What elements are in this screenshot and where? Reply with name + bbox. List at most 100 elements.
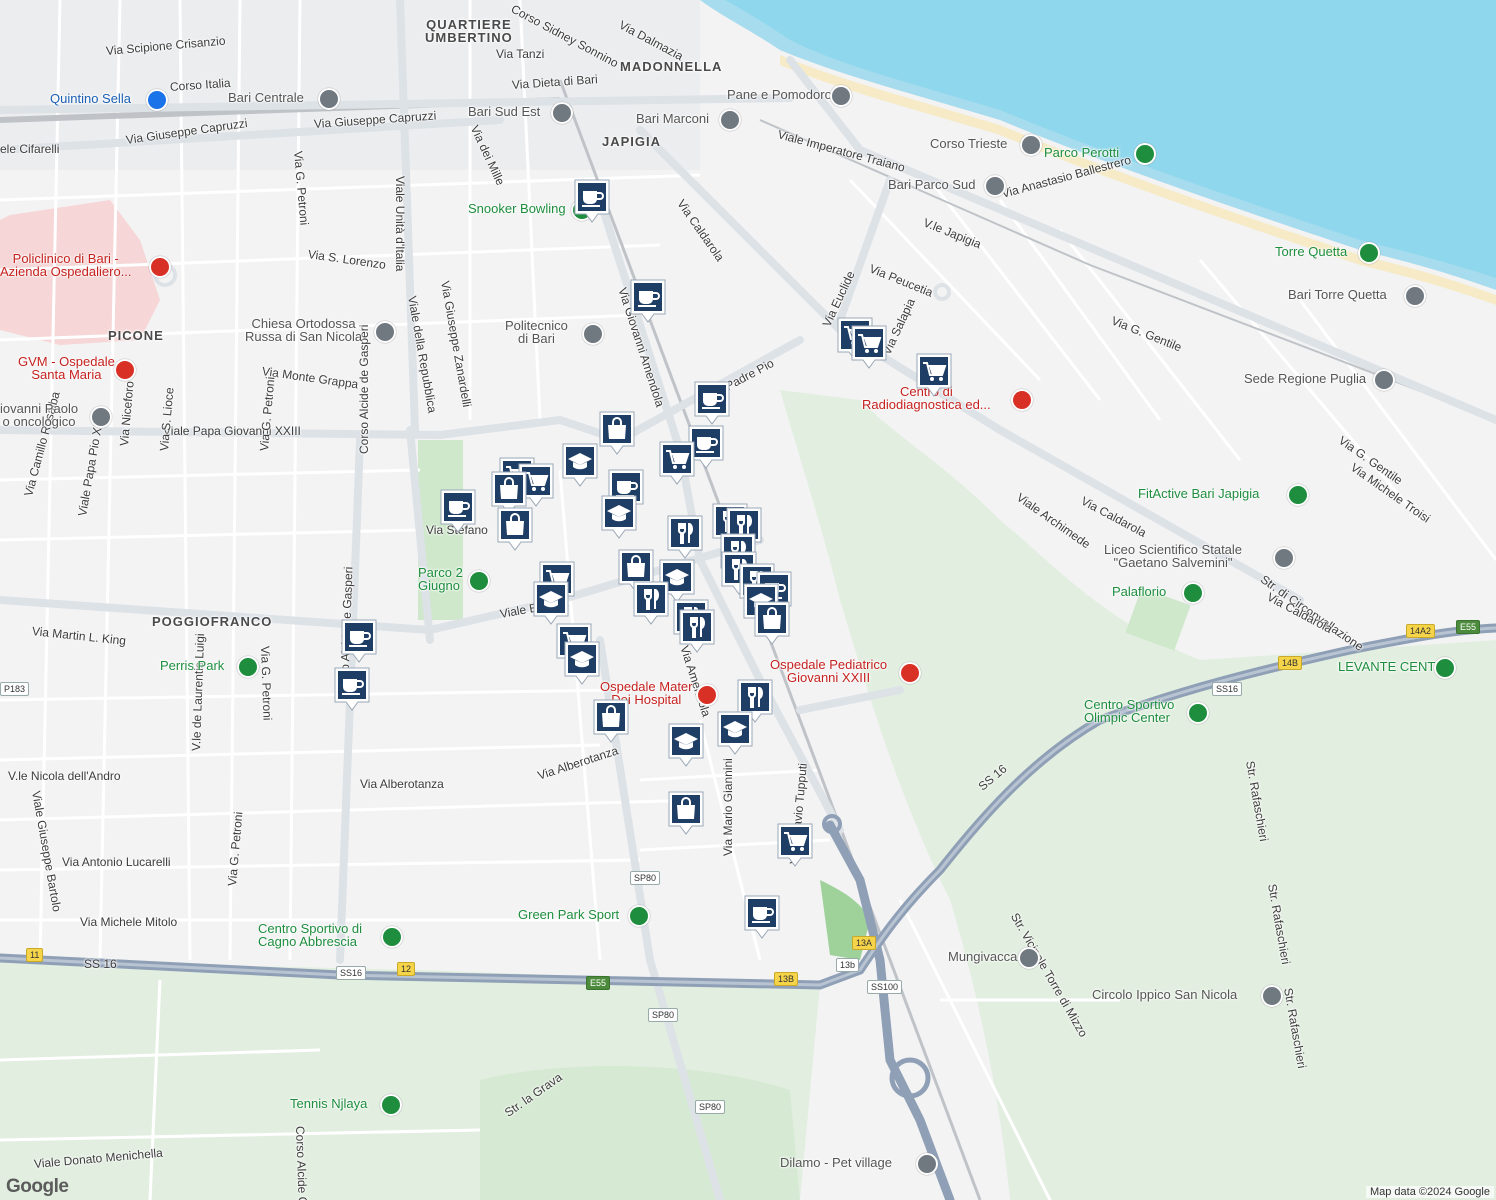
coffee-marker-icon[interactable] (629, 278, 667, 324)
poi-label[interactable]: Politecnico di Bari (505, 319, 568, 345)
road-shield: 13A (852, 936, 877, 950)
road-shield: E55 (1456, 620, 1481, 634)
grad-marker-icon[interactable] (600, 494, 638, 540)
road-shield: 13B (774, 972, 799, 986)
google-logo: Google (6, 1176, 69, 1197)
poi-label[interactable]: Liceo Scientifico Statale "Gaetano Salvem… (1104, 543, 1242, 569)
poi-pin-icon[interactable] (627, 905, 650, 927)
street-label: Via Mario Giannini (721, 758, 735, 856)
poi-label[interactable]: Pane e Pomodoro (727, 88, 832, 101)
poi-label[interactable]: Bari Torre Quetta (1288, 288, 1387, 301)
poi-pin-icon[interactable] (830, 85, 852, 107)
poi-label[interactable]: Bari Centrale (228, 91, 304, 104)
cart-marker-icon[interactable] (850, 324, 888, 370)
poi-pin-icon[interactable] (1273, 547, 1295, 569)
bag-marker-icon[interactable] (667, 790, 705, 836)
poi-pin-icon[interactable] (1018, 947, 1040, 969)
grad-marker-icon[interactable] (667, 722, 705, 768)
poi-pin-icon[interactable] (1261, 985, 1283, 1007)
street-label: Corso Alcide G (293, 1125, 310, 1200)
grad-marker-icon[interactable] (561, 442, 599, 488)
poi-label[interactable]: Sede Regione Puglia (1244, 372, 1366, 385)
poi-pin-icon[interactable] (581, 323, 604, 345)
road-shield: 14A2 (1406, 624, 1436, 638)
poi-label[interactable]: Parco 2 Giugno (418, 566, 463, 592)
district-label: MADONNELLA (620, 59, 723, 74)
poi-label[interactable]: Corso Trieste (930, 137, 1007, 150)
street-label: Corso Alcide de Gasperi (357, 324, 371, 454)
poi-pin-icon[interactable] (1187, 702, 1209, 724)
road-shield: E55 (586, 976, 611, 990)
street-label: Viale Unità d'Italia (393, 176, 407, 272)
poi-pin-icon[interactable] (1133, 143, 1156, 165)
bag-marker-icon[interactable] (496, 506, 534, 552)
poi-label[interactable]: Torre Quetta (1275, 245, 1347, 258)
road-shield: SS16 (336, 966, 367, 980)
poi-label[interactable]: Tennis Njlaya (290, 1097, 367, 1110)
bag-marker-icon[interactable] (598, 410, 636, 456)
bag-marker-icon[interactable] (592, 698, 630, 744)
road-shield: SS100 (867, 980, 903, 994)
cart-marker-icon[interactable] (776, 822, 814, 868)
poi-pin-icon[interactable] (916, 1153, 938, 1175)
district-label: QUARTIERE UMBERTINO (425, 17, 513, 45)
fork-marker-icon[interactable] (632, 580, 670, 626)
poi-label[interactable]: Policlinico di Bari - Azienda Ospedaliero… (0, 252, 132, 278)
coffee-marker-icon[interactable] (573, 178, 611, 224)
street-label: ele Cifarelli (0, 142, 60, 156)
poi-label[interactable]: Centro Sportivo di Cagno Abbrescia (258, 922, 362, 948)
poi-label[interactable]: Ospedale Pediatrico Giovanni XXIII (770, 658, 887, 684)
poi-pin-icon[interactable] (379, 1094, 402, 1116)
poi-label[interactable]: Centro Sportivo Olimpic Center (1084, 698, 1174, 724)
cart-marker-icon[interactable] (658, 440, 696, 486)
cart-marker-icon[interactable] (915, 352, 953, 398)
coffee-marker-icon[interactable] (439, 488, 477, 534)
poi-label[interactable]: Perris Park (160, 659, 224, 672)
coffee-marker-icon[interactable] (333, 666, 371, 712)
district-label: PICONE (108, 328, 164, 343)
coffee-marker-icon[interactable] (693, 380, 731, 426)
poi-label[interactable]: Circolo Ippico San Nicola (1092, 988, 1237, 1001)
grad-marker-icon[interactable] (532, 580, 570, 626)
poi-pin-icon[interactable] (317, 88, 340, 110)
map-canvas[interactable]: QUARTIERE UMBERTINO MADONNELLA JAPIGIA POGGI… (0, 0, 1496, 1200)
poi-label[interactable]: Green Park Sport (518, 908, 619, 921)
bag-marker-icon[interactable] (753, 600, 791, 646)
poi-label[interactable]: Parco Perotti (1044, 146, 1119, 159)
poi-label[interactable]: Bari Marconi (636, 112, 709, 125)
poi-pin-icon[interactable] (380, 926, 403, 948)
poi-label[interactable]: FitActive Bari Japigia (1138, 487, 1259, 500)
poi-label[interactable]: Dilamo - Pet village (780, 1156, 892, 1169)
road-shield: SP80 (648, 1008, 679, 1022)
poi-label[interactable]: Snooker Bowling (468, 202, 566, 215)
fork-marker-icon[interactable] (666, 514, 704, 560)
poi-pin-icon[interactable] (1182, 582, 1204, 604)
poi-pin-icon[interactable] (236, 656, 259, 678)
road-shield: 13b (836, 958, 860, 972)
road-shield: 14B (1278, 656, 1303, 670)
coffee-marker-icon[interactable] (340, 618, 378, 664)
street-label: Via G. Petroni (258, 645, 275, 721)
street-label: Via Alberotanza (360, 777, 444, 791)
fork-marker-icon[interactable] (678, 608, 716, 654)
coffee-marker-icon[interactable] (743, 894, 781, 940)
poi-pin-icon[interactable] (1019, 134, 1042, 156)
street-label: Viale Papa Giovanni XXIII (163, 424, 301, 438)
road-shield: 11 (26, 948, 44, 962)
poi-label[interactable]: GVM - Ospedale Santa Maria (18, 355, 115, 381)
poi-label[interactable]: Bari Parco Sud (888, 178, 975, 191)
poi-label[interactable]: iovanni Paolo o oncologico (0, 402, 78, 428)
poi-pin-icon[interactable] (89, 406, 112, 428)
poi-label[interactable]: Quintino Sella (50, 92, 131, 105)
grad-marker-icon[interactable] (716, 710, 754, 756)
poi-label[interactable]: Bari Sud Est (468, 105, 540, 118)
street-label: Via Antonio Lucarelli (62, 855, 171, 869)
poi-label[interactable]: Mungivacca (948, 950, 1017, 963)
poi-label[interactable]: Palaflorio (1112, 585, 1166, 598)
street-label: SS 16 (84, 957, 117, 971)
poi-label[interactable]: Chiesa Ortodossa Russa di San Nicola (245, 317, 362, 343)
grad-marker-icon[interactable] (563, 640, 601, 686)
road-shield: SS16 (1212, 682, 1243, 696)
road-shield: 12 (397, 962, 416, 976)
map-attribution: Map data ©2024 Google (1365, 1186, 1494, 1198)
